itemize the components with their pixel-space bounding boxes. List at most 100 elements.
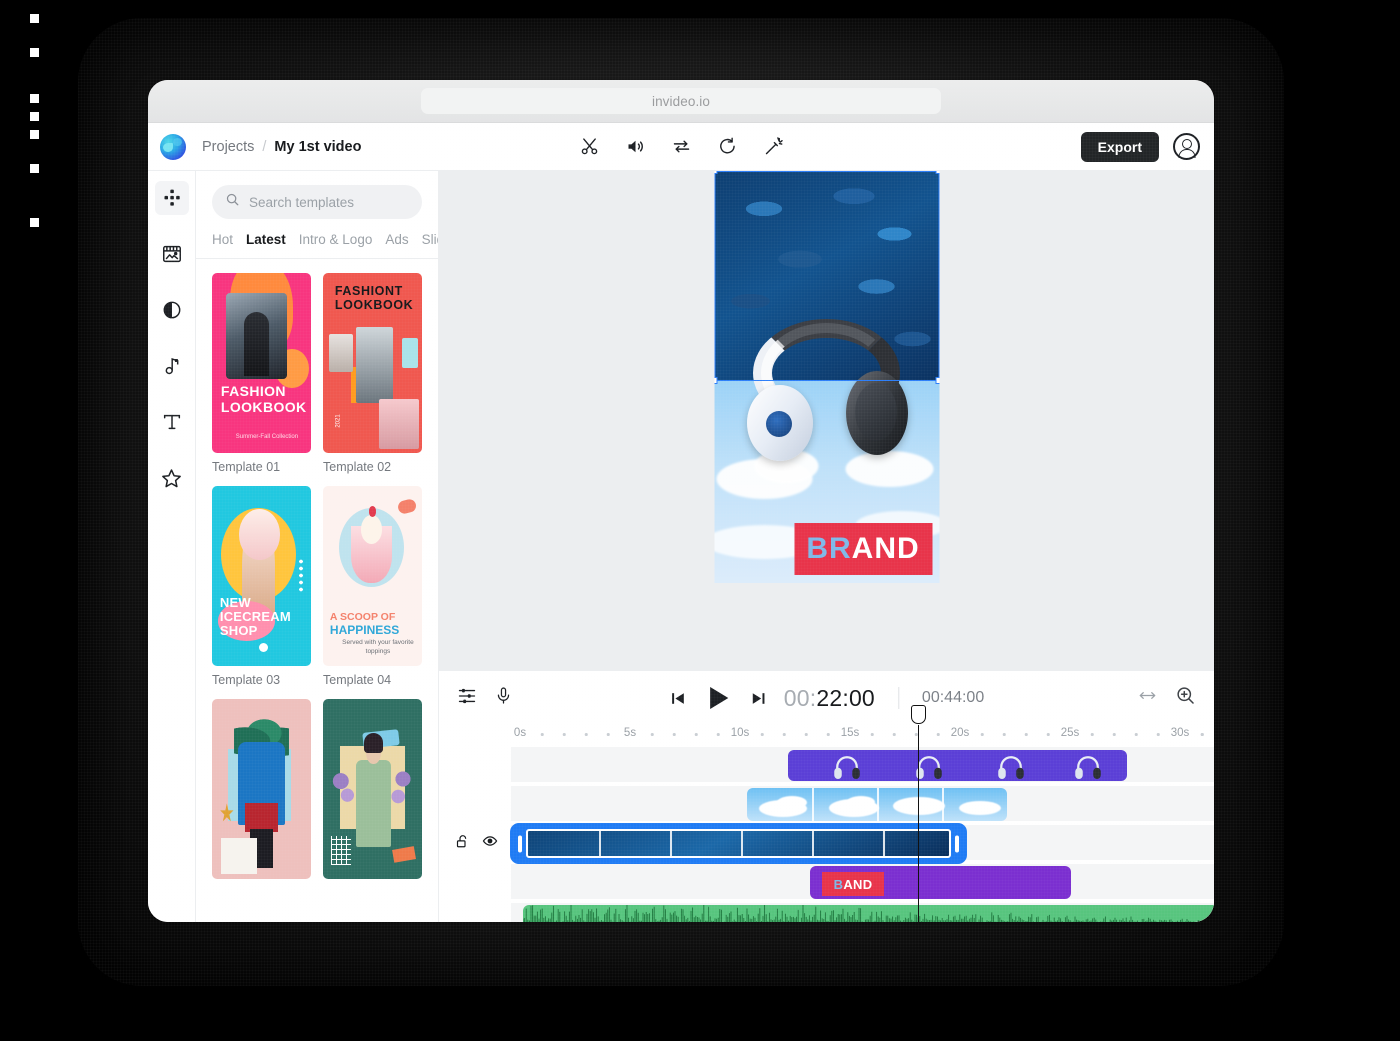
clip-feather-video-selected[interactable] <box>510 823 967 864</box>
resize-handle-tl[interactable] <box>714 171 717 174</box>
user-avatar-icon[interactable] <box>1173 133 1200 160</box>
sidebar-item-effects[interactable] <box>155 461 189 495</box>
clip-sky-video[interactable] <box>747 788 1007 821</box>
tab-hot[interactable]: Hot <box>212 232 233 247</box>
timecode-value: 22:00 <box>816 685 875 711</box>
template-card[interactable]: FASHION LOOKBOOK Summer-Fall Collection … <box>212 273 311 474</box>
ruler-tick-label: 30s <box>1171 727 1190 739</box>
app-header: Projects / My 1st video Export <box>148 123 1214 171</box>
ruler-tick-dot <box>1025 733 1028 736</box>
template-thumbnail: NEW ICECREAM SHOP <box>212 486 311 666</box>
ruler-tick-dot <box>893 733 896 736</box>
tab-slideshow[interactable]: Slid <box>422 232 438 247</box>
resize-handle-br[interactable] <box>935 377 939 384</box>
template-thumb-title-1: A SCOOP OF <box>330 611 395 623</box>
decor-square <box>30 94 39 103</box>
template-thumb-title-2: HAPPINESS <box>330 623 399 637</box>
invideo-logo-icon[interactable] <box>160 134 186 160</box>
browser-titlebar: invideo.io <box>148 80 1214 123</box>
clip-brand-title[interactable]: B AND <box>810 866 1071 899</box>
search-area <box>196 171 438 229</box>
ruler-tick-dot <box>1047 733 1050 736</box>
eye-icon[interactable] <box>482 833 498 854</box>
tracks-icon[interactable] <box>457 686 477 711</box>
playhead[interactable] <box>918 725 919 922</box>
sidebar-item-filters[interactable] <box>155 293 189 327</box>
track-row[interactable] <box>511 747 1214 784</box>
brand-title-layer[interactable]: BR AND <box>794 523 932 575</box>
ruler-tick-dot <box>1113 733 1116 736</box>
device-bezel: invideo.io Projects / My 1st video Expor… <box>78 18 1284 986</box>
template-card[interactable]: NEW ICECREAM SHOP Template 03 <box>212 486 311 687</box>
search-input[interactable] <box>249 195 409 210</box>
sidebar-item-text[interactable] <box>155 405 189 439</box>
volume-icon[interactable] <box>623 135 647 159</box>
sidebar-item-templates[interactable] <box>155 181 189 215</box>
template-caption: Template 04 <box>323 673 422 687</box>
track-row[interactable] <box>511 825 1214 862</box>
ruler-tick-label: 25s <box>1061 727 1080 739</box>
transition-icon[interactable] <box>669 135 693 159</box>
skip-next-icon[interactable] <box>750 690 767 707</box>
breadcrumb-separator: / <box>262 139 266 155</box>
playhead-handle[interactable] <box>911 705 926 724</box>
current-timecode[interactable]: 00:22:00 <box>784 685 875 712</box>
preview-stage[interactable]: BR AND <box>439 171 1214 670</box>
play-icon[interactable] <box>703 683 733 713</box>
url-bar[interactable]: invideo.io <box>421 88 941 114</box>
ruler-tick-dot <box>1135 733 1138 736</box>
ruler-tick-dot <box>783 733 786 736</box>
sidebar-item-music[interactable] <box>155 349 189 383</box>
cut-icon[interactable] <box>577 135 601 159</box>
template-card[interactable]: A SCOOP OF HAPPINESS Served with your fa… <box>323 486 422 687</box>
resize-handle-tr[interactable] <box>935 171 939 174</box>
template-thumbnail <box>323 699 422 879</box>
tab-latest[interactable]: Latest <box>246 232 286 247</box>
video-canvas[interactable]: BR AND <box>714 171 939 583</box>
skip-previous-icon[interactable] <box>669 690 686 707</box>
export-button[interactable]: Export <box>1081 132 1159 162</box>
timeline-panel: 00:22:00 00:44:00 0s 5s 10s 15s 20s 25s … <box>439 670 1214 922</box>
sidebar-item-media[interactable] <box>155 237 189 271</box>
template-card[interactable] <box>212 699 311 879</box>
breadcrumb-current[interactable]: My 1st video <box>274 139 361 155</box>
timecode-hours: 00: <box>784 685 817 711</box>
template-thumb-subtitle: Served with your favorite toppings <box>334 639 422 657</box>
breadcrumb-projects[interactable]: Projects <box>202 139 254 155</box>
ruler-tick-label: 5s <box>624 727 636 739</box>
trim-handle-left[interactable] <box>518 835 522 852</box>
track-row[interactable]: B AND <box>511 864 1214 901</box>
zoom-in-icon[interactable] <box>1175 685 1196 711</box>
ruler-tick-dot <box>673 733 676 736</box>
template-card[interactable] <box>323 699 422 879</box>
ruler-tick-dot <box>981 733 984 736</box>
unlock-icon[interactable] <box>455 834 470 854</box>
clip-headphone-overlay[interactable] <box>788 750 1127 781</box>
microphone-icon[interactable] <box>494 686 513 710</box>
resize-handle-bl[interactable] <box>714 377 717 384</box>
ruler-tick-dot <box>541 733 544 736</box>
ruler-tick-dot <box>1003 733 1006 736</box>
ruler-tick-dot <box>607 733 610 736</box>
timeline-ruler[interactable]: 0s 5s 10s 15s 20s 25s 30s <box>511 725 1214 747</box>
template-card[interactable]: FASHIONT LOOKBOOK 2021 Template 02 <box>323 273 422 474</box>
clip-audio-waveform[interactable] <box>523 905 1214 922</box>
ruler-tick-dot <box>1157 733 1160 736</box>
fit-width-icon[interactable] <box>1138 686 1157 710</box>
breadcrumb: Projects / My 1st video <box>202 139 361 155</box>
trim-handle-right[interactable] <box>955 835 959 852</box>
decor-square <box>30 130 39 139</box>
track-row[interactable] <box>511 903 1214 922</box>
rotate-icon[interactable] <box>715 135 739 159</box>
decor-square <box>30 112 39 121</box>
tab-ads[interactable]: Ads <box>385 232 408 247</box>
magic-wand-icon[interactable] <box>761 135 785 159</box>
timeline-controls: 00:22:00 00:44:00 <box>439 671 1214 725</box>
search-box[interactable] <box>212 185 422 219</box>
template-category-tabs: Hot Latest Intro & Logo Ads Slid <box>196 229 438 259</box>
editor-body: Hot Latest Intro & Logo Ads Slid FASHION… <box>148 171 1214 922</box>
brand-clip-label-text: AND <box>843 877 872 892</box>
tab-intro-logo[interactable]: Intro & Logo <box>299 232 373 247</box>
ruler-tick-dot <box>827 733 830 736</box>
track-row[interactable] <box>511 786 1214 823</box>
